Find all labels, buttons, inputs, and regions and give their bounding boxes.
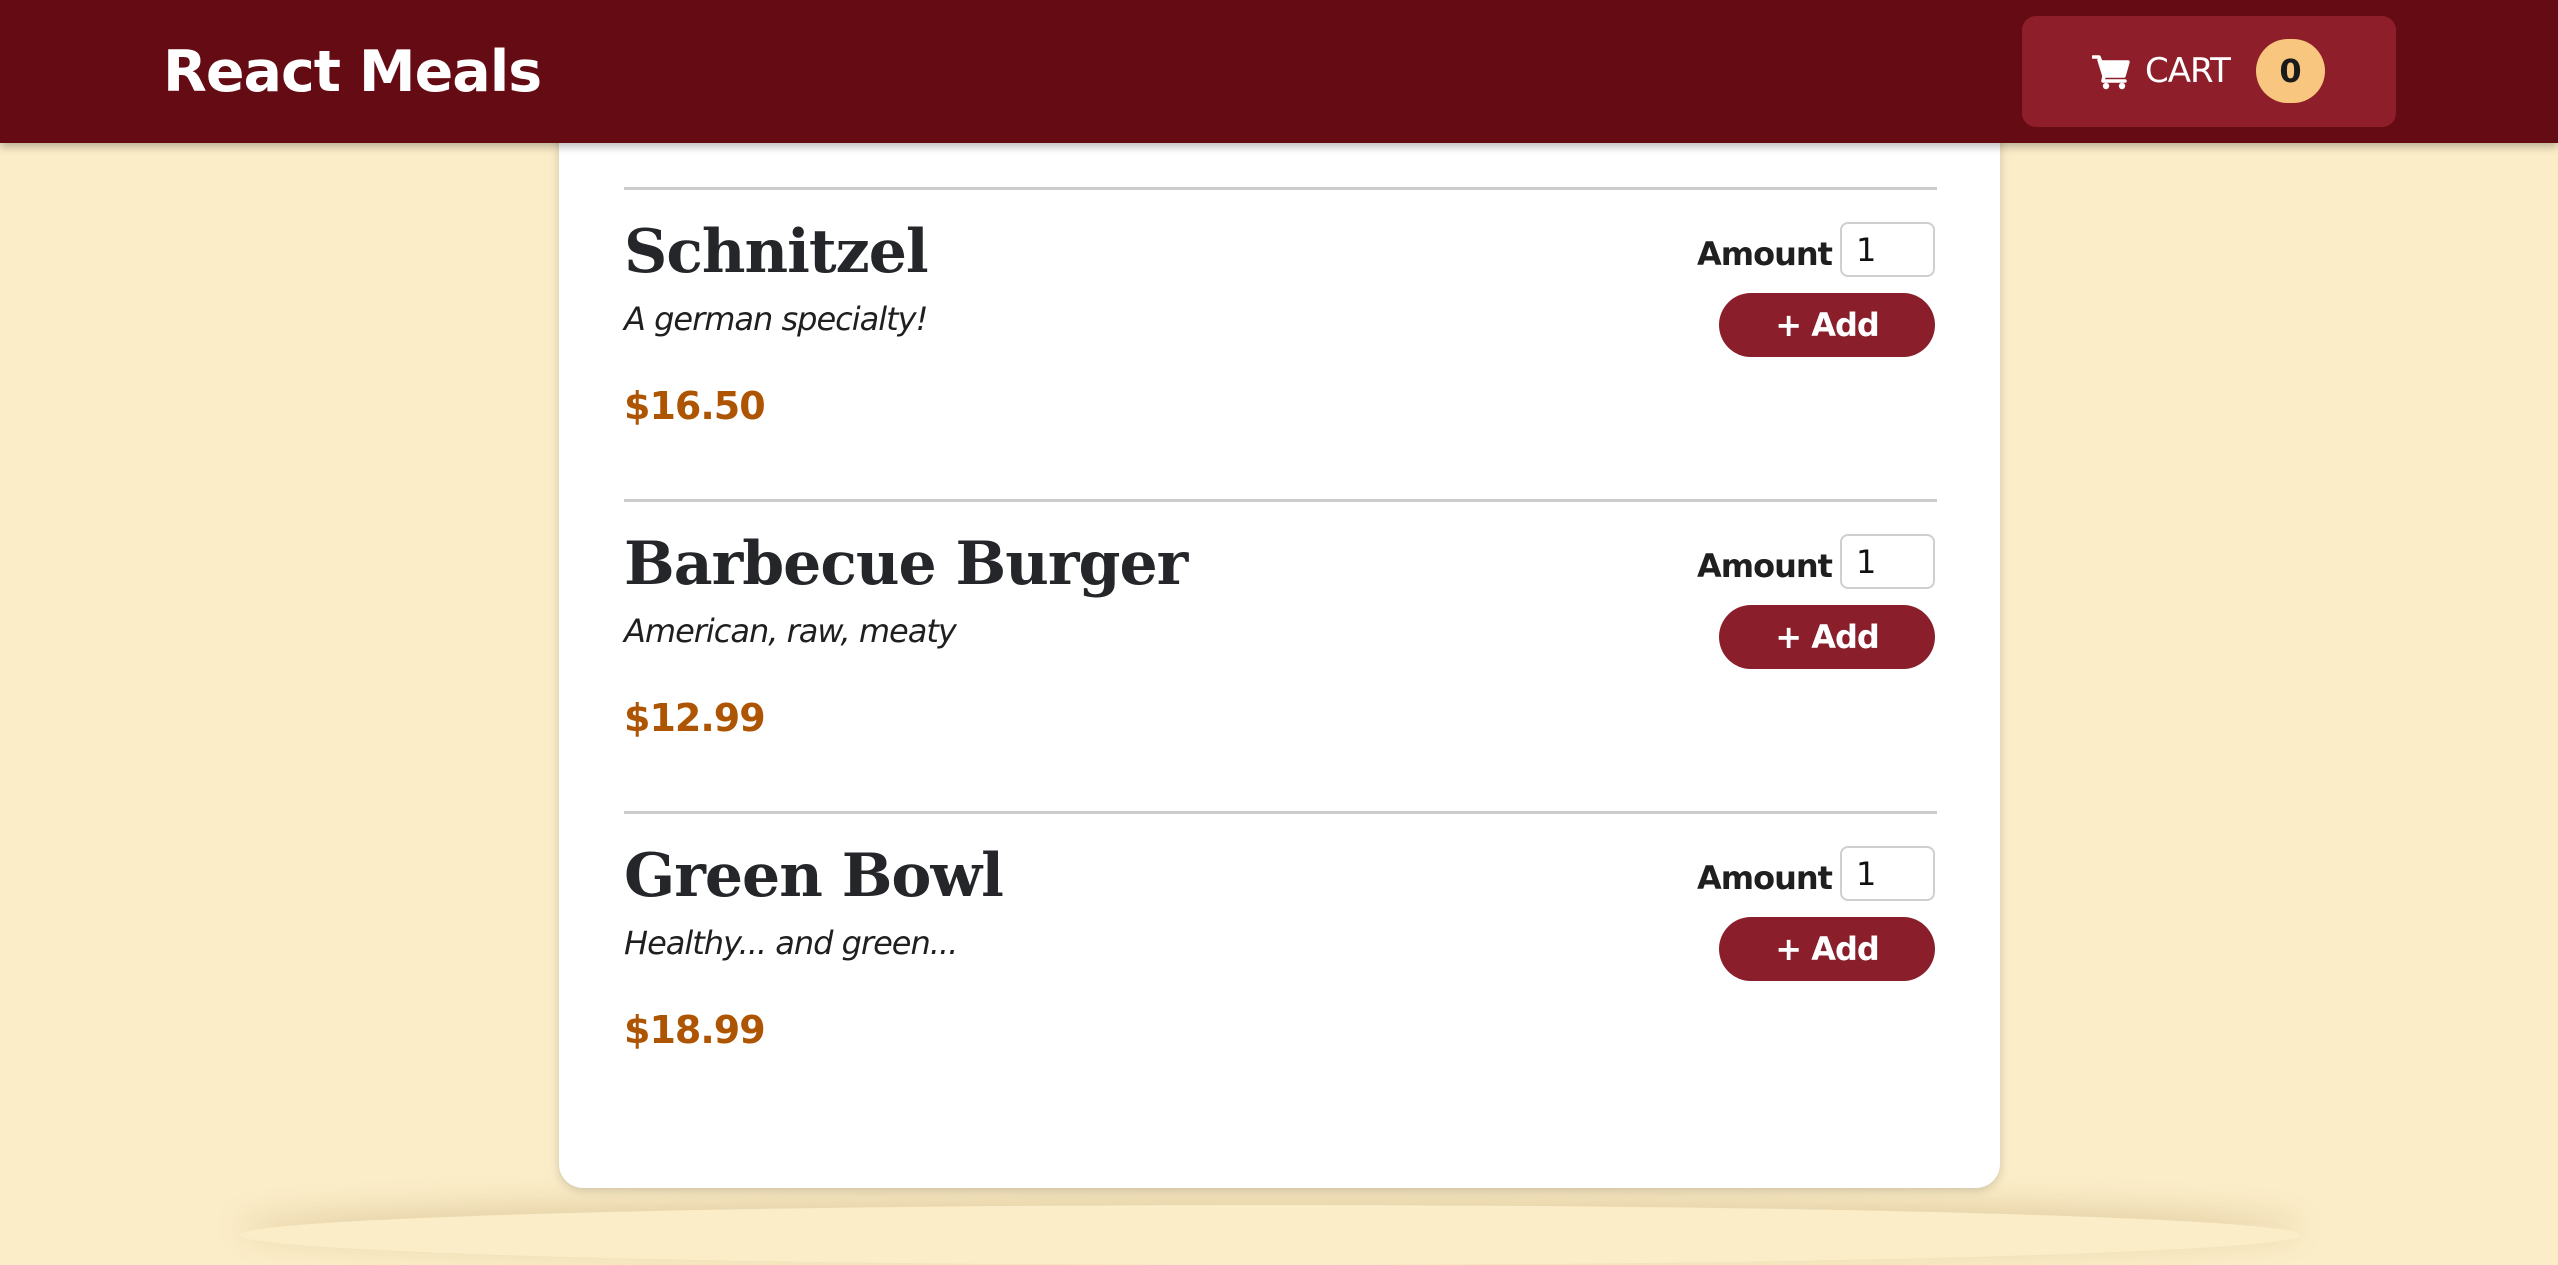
amount-label: Amount <box>1697 859 1833 897</box>
meal-description: A german specialty! <box>624 300 928 338</box>
add-to-cart-button[interactable]: + Add <box>1719 293 1935 357</box>
cart-label: CART <box>2145 51 2231 91</box>
meal-name: Barbecue Burger <box>624 529 1188 599</box>
amount-input[interactable] <box>1840 534 1935 589</box>
meals-list-card: Schnitzel A german specialty! $16.50 Amo… <box>559 100 2000 1188</box>
cart-count-badge: 0 <box>2256 39 2325 103</box>
meal-item-schnitzel: Schnitzel A german specialty! $16.50 Amo… <box>624 187 1937 502</box>
background-glow <box>240 1205 2300 1265</box>
meal-price: $18.99 <box>624 1008 766 1052</box>
amount-input[interactable] <box>1840 846 1935 901</box>
meal-description: American, raw, meaty <box>624 612 957 650</box>
app-header: React Meals CART 0 <box>0 0 2558 143</box>
amount-label: Amount <box>1697 235 1833 273</box>
meal-item-green-bowl: Green Bowl Healthy... and green... $18.9… <box>624 811 1937 1126</box>
meal-price: $16.50 <box>624 384 766 428</box>
app-title: React Meals <box>163 39 542 105</box>
meal-name: Green Bowl <box>624 841 1004 911</box>
meal-item-barbecue-burger: Barbecue Burger American, raw, meaty $12… <box>624 499 1937 814</box>
amount-label: Amount <box>1697 547 1833 585</box>
add-to-cart-button[interactable]: + Add <box>1719 917 1935 981</box>
meal-description: Healthy... and green... <box>624 924 958 962</box>
cart-button[interactable]: CART 0 <box>2022 16 2396 127</box>
meal-name: Schnitzel <box>624 217 929 287</box>
amount-input[interactable] <box>1840 222 1935 277</box>
add-to-cart-button[interactable]: + Add <box>1719 605 1935 669</box>
meal-price: $12.99 <box>624 696 766 740</box>
shopping-cart-icon <box>2092 55 2130 90</box>
